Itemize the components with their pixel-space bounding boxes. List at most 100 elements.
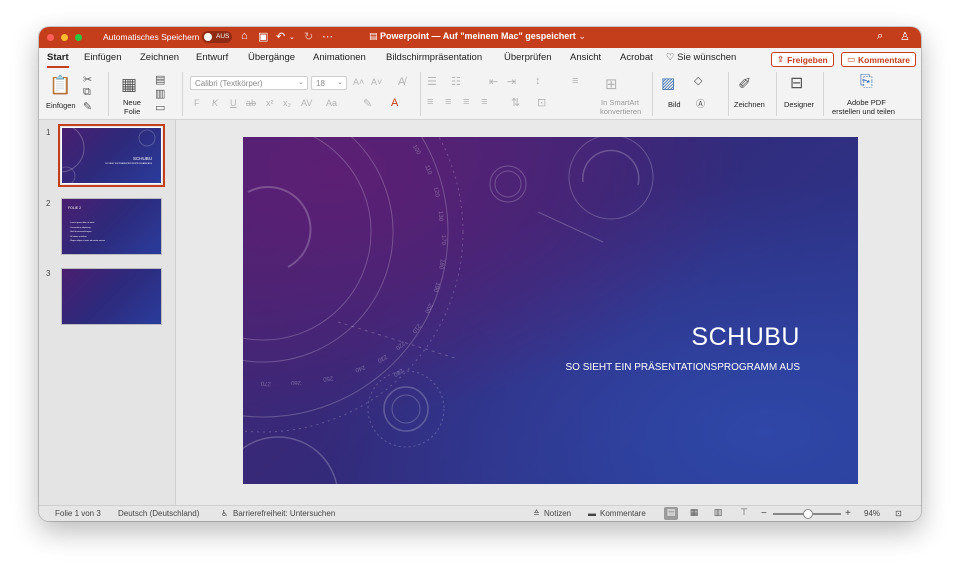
- designer-icon[interactable]: ⊟: [790, 73, 803, 93]
- undo-icon[interactable]: ↶: [276, 30, 285, 43]
- zoom-slider-handle[interactable]: [803, 509, 813, 519]
- slide-thumbnail-3[interactable]: [61, 268, 162, 325]
- home-icon[interactable]: ⌂: [241, 30, 248, 42]
- smartart-icon[interactable]: ⊞: [605, 75, 618, 93]
- new-slide-icon[interactable]: ▦: [121, 75, 137, 95]
- text-direction-icon[interactable]: ⇅: [511, 96, 520, 109]
- new-slide-label-1[interactable]: Neue: [123, 98, 141, 107]
- tab-uebergaenge[interactable]: Übergänge: [248, 52, 295, 63]
- layout-icon[interactable]: ▤: [155, 73, 165, 86]
- paste-icon[interactable]: 📋: [49, 75, 71, 96]
- close-window-button[interactable]: [47, 34, 54, 41]
- align-center-icon[interactable]: ≡: [445, 96, 451, 108]
- normal-view-button[interactable]: ▤: [664, 507, 678, 520]
- reset-icon[interactable]: ▥: [155, 87, 165, 100]
- more-commands-icon[interactable]: ⋯: [322, 30, 333, 43]
- presentation-view-button[interactable]: ⊤: [737, 507, 751, 520]
- save-icon[interactable]: ▣: [258, 30, 268, 43]
- slide-subtitle[interactable]: SO SIEHT EIN PRÄSENTATIONSPROGRAMM AUS: [566, 362, 800, 373]
- language-status[interactable]: Deutsch (Deutschland): [118, 509, 199, 518]
- dial-number: 250: [322, 374, 334, 382]
- smartart-label-1[interactable]: In SmartArt: [601, 98, 639, 107]
- adobe-pdf-icon[interactable]: ⎘: [860, 73, 873, 91]
- share-button[interactable]: ⇪ Freigeben: [771, 52, 834, 67]
- account-icon[interactable]: ♙: [900, 30, 910, 43]
- italic-icon[interactable]: K: [212, 98, 218, 108]
- textbox-icon[interactable]: Ⓐ: [696, 97, 705, 110]
- strikethrough-icon[interactable]: ab: [246, 98, 256, 108]
- justify-icon[interactable]: ≡: [481, 96, 487, 108]
- paste-label[interactable]: Einfügen: [46, 101, 76, 110]
- picture-icon[interactable]: ▨: [661, 74, 675, 92]
- subscript-icon[interactable]: x₂: [283, 98, 291, 108]
- draw-label[interactable]: Zeichnen: [734, 100, 765, 109]
- current-slide[interactable]: 100 110 120 130 170 180 190 200 210 220 …: [243, 137, 858, 484]
- bullets-icon[interactable]: ☰: [427, 75, 437, 88]
- character-spacing-icon[interactable]: AV: [301, 98, 312, 108]
- cut-icon[interactable]: ✂: [83, 73, 92, 86]
- line-spacing-icon[interactable]: ↕: [535, 75, 541, 87]
- undo-dropdown-icon[interactable]: ⌄: [289, 33, 295, 41]
- autosave-toggle[interactable]: AUS: [202, 31, 232, 43]
- tab-ueberpruefen[interactable]: Überprüfen: [504, 52, 552, 63]
- picture-label[interactable]: Bild: [668, 100, 681, 109]
- bold-icon[interactable]: F: [194, 98, 200, 108]
- copy-icon[interactable]: ⧉: [83, 86, 91, 99]
- tab-start[interactable]: Start: [47, 52, 69, 68]
- redo-icon[interactable]: ↻: [304, 30, 313, 43]
- tell-me[interactable]: ♡ Sie wünschen: [666, 52, 736, 63]
- reading-view-button[interactable]: ▥: [711, 507, 725, 520]
- decrease-indent-icon[interactable]: ⇤: [489, 75, 498, 88]
- ribbon-divider: [776, 72, 777, 116]
- decrease-font-icon[interactable]: A˅: [371, 77, 382, 87]
- font-size-select[interactable]: 18 ⌄: [311, 76, 347, 90]
- slide-thumbnail-2[interactable]: FOLIE 2 · Lorem ipsum dolor sit amet · C…: [61, 198, 162, 255]
- slide-thumbnail-1[interactable]: SCHUBU SO SIEHT EIN PRÄSENTATIONSPROGRAM…: [58, 124, 165, 187]
- zoom-level[interactable]: 94%: [864, 509, 880, 518]
- new-slide-label-2[interactable]: Folie: [124, 107, 140, 116]
- zoom-slider[interactable]: [773, 509, 841, 519]
- align-right-icon[interactable]: ≡: [463, 96, 469, 108]
- align-text-icon[interactable]: ⊡: [537, 96, 546, 109]
- slide-title[interactable]: SCHUBU: [691, 323, 800, 352]
- comments-button[interactable]: ▭ Kommentare: [841, 52, 916, 67]
- designer-label[interactable]: Designer: [784, 100, 814, 109]
- adobe-label-2[interactable]: erstellen und teilen: [832, 107, 895, 116]
- comments-status-button[interactable]: Kommentare: [600, 509, 646, 518]
- align-left-icon[interactable]: ≡: [427, 96, 433, 108]
- font-color-icon[interactable]: A: [391, 97, 398, 109]
- tab-zeichnen[interactable]: Zeichnen: [140, 52, 179, 63]
- tab-entwurf[interactable]: Entwurf: [196, 52, 228, 63]
- superscript-icon[interactable]: x²: [266, 98, 274, 108]
- shapes-icon[interactable]: ◇: [694, 74, 702, 87]
- clear-format-icon[interactable]: A̸: [398, 76, 405, 88]
- change-case-icon[interactable]: Aa: [326, 98, 337, 108]
- underline-icon[interactable]: U: [230, 98, 237, 108]
- smartart-label-2[interactable]: konvertieren: [600, 107, 641, 116]
- accessibility-status[interactable]: Barrierefreiheit: Untersuchen: [233, 509, 335, 518]
- adobe-label-1[interactable]: Adobe PDF: [847, 98, 886, 107]
- zoom-window-button[interactable]: [75, 34, 82, 41]
- zoom-in-button[interactable]: +: [845, 508, 851, 519]
- increase-font-icon[interactable]: A˄: [353, 77, 364, 87]
- tab-acrobat[interactable]: Acrobat: [620, 52, 653, 63]
- tab-animationen[interactable]: Animationen: [313, 52, 366, 63]
- fit-slide-icon[interactable]: ⊡: [895, 509, 902, 518]
- zoom-out-button[interactable]: −: [761, 508, 767, 519]
- increase-indent-icon[interactable]: ⇥: [507, 75, 516, 88]
- tab-ansicht[interactable]: Ansicht: [570, 52, 601, 63]
- section-icon[interactable]: ▭: [155, 101, 165, 114]
- format-painter-icon[interactable]: ✎: [83, 100, 92, 113]
- tab-einfuegen[interactable]: Einfügen: [84, 52, 122, 63]
- search-icon[interactable]: ⌕: [877, 30, 883, 43]
- notes-button[interactable]: Notizen: [544, 509, 571, 518]
- minimize-window-button[interactable]: [61, 34, 68, 41]
- numbering-icon[interactable]: ☷: [451, 75, 461, 88]
- title-dropdown-icon[interactable]: ⌄: [578, 31, 586, 41]
- columns-icon[interactable]: ≡: [572, 75, 578, 87]
- highlight-icon[interactable]: ✎: [363, 97, 372, 110]
- draw-icon[interactable]: ✐: [738, 74, 751, 94]
- tab-bildschirmpraesentation[interactable]: Bildschirmpräsentation: [386, 52, 482, 63]
- slide-sorter-view-button[interactable]: ▦: [687, 507, 701, 520]
- font-name-select[interactable]: Calibri (Textkörper) ⌄: [190, 76, 308, 90]
